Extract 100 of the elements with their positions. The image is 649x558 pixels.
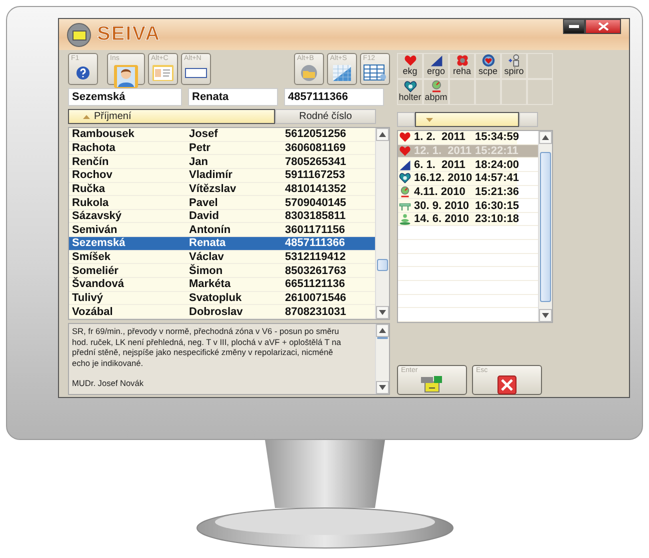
scroll-down-button[interactable] bbox=[376, 306, 389, 319]
heart-icon bbox=[399, 131, 411, 144]
record-time: 23:10:18 bbox=[475, 213, 520, 226]
table-cell-text: Semiván bbox=[71, 224, 118, 236]
record-time: 15:21:36 bbox=[475, 186, 520, 198]
table-cell-text: Antonín bbox=[188, 224, 232, 236]
heart-icon bbox=[404, 54, 416, 67]
table-cell-text: 4810141352 bbox=[284, 182, 348, 195]
patient-row[interactable]: Rambousek Josef 5612051256 bbox=[69, 128, 375, 142]
record-time: 18:24:00 bbox=[475, 158, 520, 171]
record-time: 15:34:59 bbox=[475, 131, 520, 144]
table-cell-text: Sázavský bbox=[71, 210, 123, 222]
gauge-icon bbox=[430, 80, 442, 93]
column-label: Rodné číslo bbox=[299, 111, 352, 122]
table-cell-text: David bbox=[188, 210, 220, 222]
table-icon bbox=[363, 64, 387, 82]
scroll-up-button[interactable] bbox=[376, 324, 389, 337]
column-header[interactable]: Rodné číslo bbox=[275, 109, 376, 124]
app-title: SEIVA bbox=[97, 23, 161, 46]
input-field[interactable]: Renata bbox=[188, 88, 278, 106]
patient-row[interactable]: Vozábal Dobroslav 8708231031 bbox=[69, 305, 375, 319]
input-field[interactable]: Sezemská bbox=[68, 88, 182, 106]
scroll-up-button[interactable] bbox=[539, 131, 552, 144]
table-cell-text: 5612051256 bbox=[284, 128, 348, 140]
record-row[interactable]: 30. 9. 2010 16:30:15 bbox=[398, 199, 538, 213]
exam-button[interactable]: ekg bbox=[397, 53, 423, 79]
patient-row[interactable]: Rochov Vladimír 5911167253 bbox=[69, 168, 375, 183]
exam-button[interactable]: abpm bbox=[423, 79, 449, 105]
heart-icon bbox=[399, 172, 411, 184]
chart-icon bbox=[332, 64, 352, 82]
arrow-up-icon bbox=[379, 132, 386, 137]
input-field[interactable]: 4857111366 bbox=[284, 88, 384, 106]
record-date: 6. 1. 2011 bbox=[414, 158, 466, 171]
record-row[interactable]: 16.12. 2010 14:57:41 bbox=[398, 172, 538, 186]
exam-button[interactable]: ergo bbox=[423, 53, 449, 79]
table-cell-text: Václav bbox=[188, 251, 225, 264]
heart-icon bbox=[404, 80, 416, 93]
table-cell-text: 6651121136 bbox=[284, 278, 346, 290]
person-folder-icon bbox=[113, 63, 139, 89]
exam-button[interactable]: holter bbox=[397, 79, 423, 105]
table-cell-text: 5911167253 bbox=[284, 169, 346, 182]
logo-icon bbox=[67, 22, 91, 46]
table-cell-text: 7805265341 bbox=[284, 156, 348, 168]
table-cell-text: Jan bbox=[188, 156, 209, 168]
scroll-thumb[interactable] bbox=[377, 337, 388, 339]
scroll-down-button[interactable] bbox=[539, 309, 552, 322]
help-icon bbox=[76, 66, 90, 80]
patient-row[interactable]: Sázavský David 8303185811 bbox=[69, 210, 375, 224]
column-header[interactable]: Příjmení bbox=[68, 109, 275, 124]
table-cell-text: 5709040145 bbox=[284, 196, 348, 209]
table-cell-text: Vítězslav bbox=[188, 182, 238, 195]
patient-row[interactable]: Rachota Petr 3606081169 bbox=[69, 142, 375, 156]
patient-row[interactable]: Tulivý Svatopluk 2610071546 bbox=[69, 292, 375, 306]
heart-icon bbox=[399, 144, 411, 157]
patient-row[interactable]: Renčín Jan 7805265341 bbox=[69, 155, 375, 169]
table-cell-text: 5312119412 bbox=[284, 251, 347, 264]
exam-button[interactable]: spiro bbox=[501, 53, 527, 79]
table-cell-text: Markéta bbox=[188, 278, 232, 290]
close-icon bbox=[598, 22, 608, 31]
record-row[interactable]: 1. 2. 2011 15:34:59 bbox=[398, 131, 538, 145]
table-cell-text: Tulivý bbox=[71, 292, 104, 304]
table-cell-text: Rambousek bbox=[71, 128, 136, 140]
patient-row[interactable]: Rukola Pavel 5709040145 bbox=[69, 196, 375, 210]
record-date: 1. 2. 2011 bbox=[414, 131, 466, 144]
table-cell-text: Pavel bbox=[188, 196, 219, 209]
patient-row[interactable]: Someliér Šimon 8503261763 bbox=[69, 264, 375, 278]
scrollbar[interactable] bbox=[538, 131, 552, 322]
table-cell-text: 2610071546 bbox=[284, 292, 348, 304]
table-cell-text: Renata bbox=[188, 237, 227, 250]
patient-row[interactable]: Sezemská Renata 4857111366 bbox=[69, 237, 375, 251]
table-cell-text: Šimon bbox=[188, 264, 224, 277]
close-button[interactable] bbox=[585, 19, 621, 34]
ramp-icon bbox=[399, 158, 411, 171]
record-row[interactable]: 6. 1. 2011 18:24:00 bbox=[398, 158, 538, 172]
minimize-button[interactable] bbox=[563, 19, 585, 34]
record-row[interactable]: 14. 6. 2010 23:10:18 bbox=[398, 212, 538, 226]
record-date: 16.12. 2010 bbox=[414, 172, 472, 184]
patient-row[interactable]: Švandová Markéta 6651121136 bbox=[69, 278, 375, 292]
table-cell-text: Svatopluk bbox=[188, 292, 243, 304]
scroll-down-button[interactable] bbox=[376, 381, 389, 394]
patient-row[interactable]: Smíšek Václav 5312119412 bbox=[69, 250, 375, 264]
scroll-up-button[interactable] bbox=[376, 128, 389, 141]
exam-button[interactable]: scpe bbox=[475, 53, 501, 79]
table-cell-text: Josef bbox=[188, 128, 219, 140]
scrollbar[interactable] bbox=[375, 128, 389, 319]
patient-row[interactable]: Semiván Antonín 3601171156 bbox=[69, 223, 375, 238]
table-cell-text: Švandová bbox=[71, 278, 125, 290]
scroll-thumb[interactable] bbox=[540, 152, 551, 302]
patient-row[interactable]: Ručka Vítězslav 4810141352 bbox=[69, 182, 375, 196]
flower-icon bbox=[456, 54, 468, 67]
record-row[interactable]: 4.11. 2010 15:21:36 bbox=[398, 186, 538, 200]
scroll-thumb[interactable] bbox=[377, 259, 388, 271]
gauge-icon bbox=[399, 186, 411, 198]
scrollbar[interactable] bbox=[375, 324, 389, 394]
record-date: 30. 9. 2010 bbox=[414, 200, 470, 212]
record-time: 14:57:41 bbox=[475, 172, 520, 184]
table-cell-text: 3606081169 bbox=[284, 142, 347, 154]
exam-button[interactable]: reha bbox=[449, 53, 475, 79]
column-label: Příjmení bbox=[94, 111, 132, 122]
column-header[interactable] bbox=[415, 112, 519, 127]
